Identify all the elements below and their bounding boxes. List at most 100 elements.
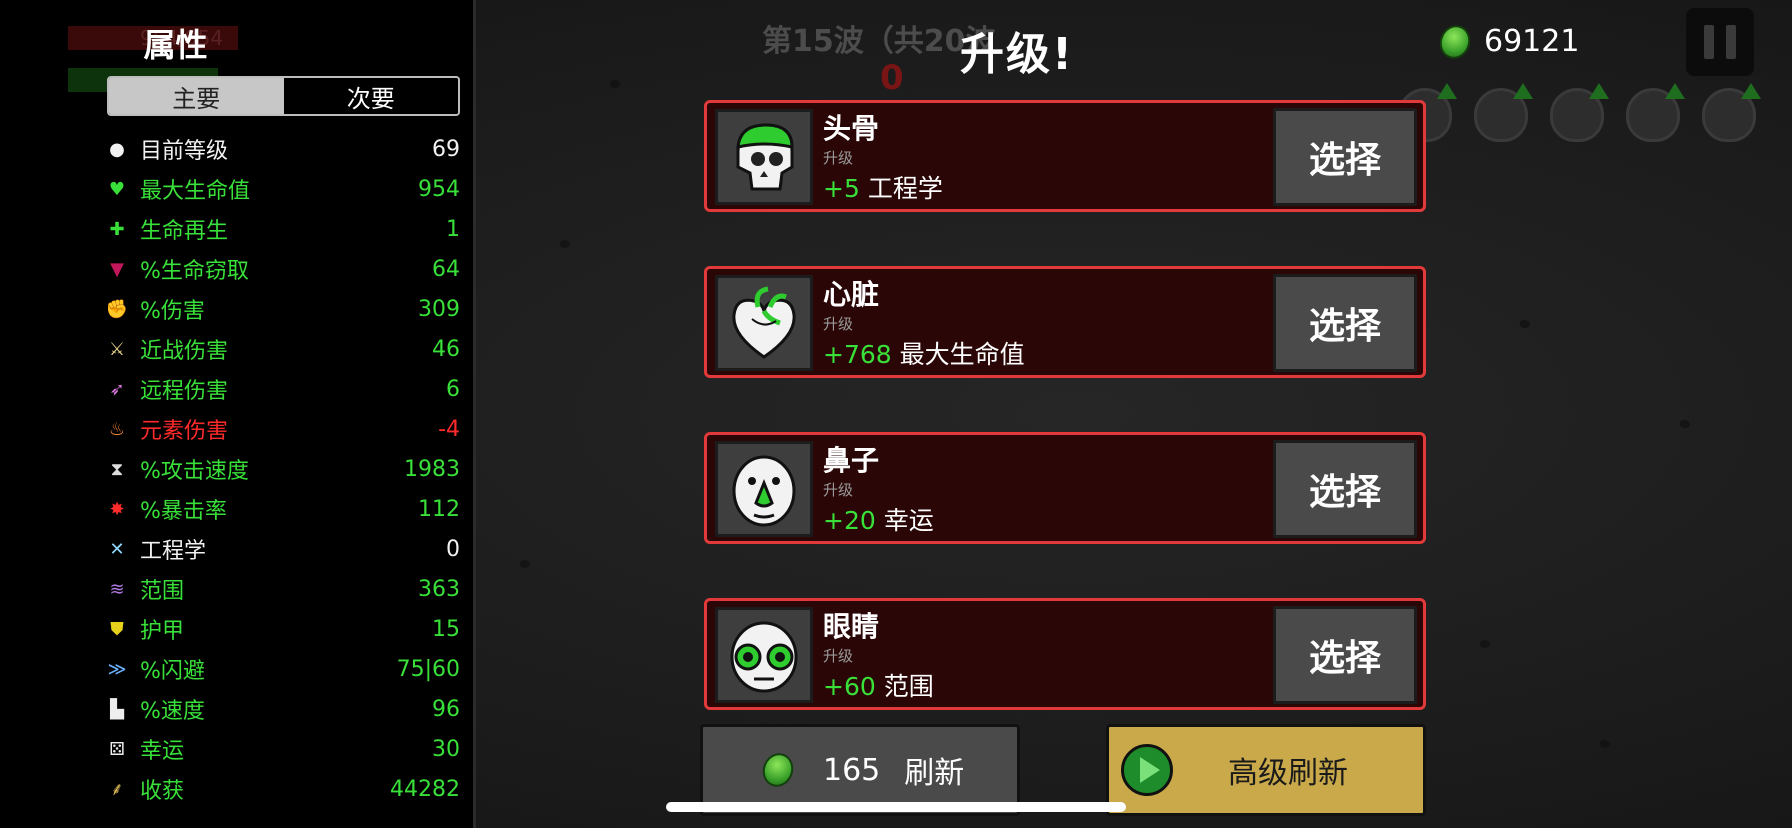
stat-row-harvesting: ⸙ 收获 44282 (104, 769, 460, 809)
dice-icon: ⚄ (109, 738, 125, 760)
heart-organ-icon (715, 275, 813, 371)
upgrade-name: 头骨 (823, 112, 880, 145)
premium-reroll-label: 高级刷新 (1228, 756, 1348, 791)
lifesteal-fangs-icon: ▼ (110, 258, 124, 280)
stat-label: 远程伤害 (140, 379, 229, 404)
stat-value: 69 (432, 136, 460, 162)
wave-timer: 0 (880, 58, 904, 98)
stat-label: 最大生命值 (140, 179, 251, 204)
stat-label: 生命再生 (140, 219, 229, 244)
pending-upgrade-egg-icon (1626, 83, 1685, 142)
pending-upgrades-row (1398, 83, 1761, 142)
effect-stat: 最大生命值 (899, 340, 1025, 369)
harvest-wheat-icon: ⸙ (110, 779, 124, 800)
stat-row-attack-speed: ⧗ %攻击速度 1983 (104, 449, 460, 489)
ground-speck (520, 560, 530, 568)
stats-panel: 954/954 属性 主要 次要 ● 目前等级 69 ♥ 最大生命值 954 ✚… (0, 0, 476, 828)
home-indicator[interactable] (666, 802, 1126, 812)
upgrade-effect: +768 最大生命值 (823, 335, 1025, 371)
stat-list: ● 目前等级 69 ♥ 最大生命值 954 ✚ 生命再生 1 ▼ %生命窃取 6… (104, 129, 460, 809)
stat-label: 幸运 (140, 739, 185, 764)
stat-row-lifesteal: ▼ %生命窃取 64 (104, 249, 460, 289)
level-up-title: 升级! (960, 29, 1075, 80)
effect-amount: +5 (823, 174, 860, 203)
muscle-damage-icon: ✊ (105, 298, 129, 320)
select-button[interactable]: 选择 (1273, 274, 1417, 372)
stat-row-level: ● 目前等级 69 (104, 129, 460, 169)
ground-speck (610, 80, 620, 88)
stat-value: 15 (432, 616, 460, 642)
stat-label: 工程学 (140, 539, 207, 564)
stat-row-speed: ▙ %速度 96 (104, 689, 460, 729)
stat-row-ranged: ➶ 远程伤害 6 (104, 369, 460, 409)
dodge-icon: ≫ (107, 658, 127, 680)
tab-secondary[interactable]: 次要 (283, 78, 458, 114)
bow-icon: ➶ (109, 378, 125, 400)
stat-row-luck: ⚄ 幸运 30 (104, 729, 460, 769)
stat-row-damage: ✊ %伤害 309 (104, 289, 460, 329)
select-button[interactable]: 选择 (1273, 440, 1417, 538)
nose-icon (715, 441, 813, 537)
stat-value: 1983 (404, 456, 460, 482)
stat-value: 363 (418, 576, 460, 602)
stat-value: 954 (418, 176, 460, 202)
upgrade-card-eyes: 眼睛 升级 +60 范围 选择 (704, 598, 1426, 710)
upgrade-subtitle: 升级 (823, 149, 854, 167)
pending-upgrade-egg-icon (1474, 83, 1533, 142)
premium-reroll-button[interactable]: 高级刷新 (1106, 724, 1426, 816)
stat-label: 范围 (140, 579, 185, 604)
materials-counter: 69121 (1435, 20, 1580, 63)
level-up-arrow-icon (1665, 83, 1685, 99)
stat-row-max-hp: ♥ 最大生命值 954 (104, 169, 460, 209)
level-up-arrow-icon (1741, 83, 1761, 99)
materials-value: 69121 (1484, 24, 1580, 59)
upgrade-subtitle: 升级 (823, 647, 854, 665)
hourglass-icon: ⧗ (110, 458, 124, 480)
stat-label: 近战伤害 (140, 339, 229, 364)
stat-row-range: ≋ 范围 363 (104, 569, 460, 609)
regen-icon: ✚ (109, 218, 125, 240)
stat-label: %速度 (140, 699, 205, 724)
stat-value: -4 (438, 416, 460, 442)
stat-value: 30 (432, 736, 460, 762)
select-button[interactable]: 选择 (1273, 108, 1417, 206)
upgrade-card-skull: 头骨 升级 +5 工程学 选择 (704, 100, 1426, 212)
stat-value: 44282 (390, 776, 460, 802)
pending-upgrade-egg-icon (1702, 83, 1761, 142)
select-button[interactable]: 选择 (1273, 606, 1417, 704)
level-icon: ● (109, 138, 125, 160)
ground-speck (560, 240, 570, 248)
upgrade-name: 鼻子 (823, 444, 880, 477)
wrench-cross-icon: ✕ (109, 538, 125, 560)
upgrade-effect: +60 范围 (823, 667, 934, 703)
level-up-arrow-icon (1589, 83, 1609, 99)
stat-value: 64 (432, 256, 460, 282)
stat-label: 收获 (140, 779, 185, 804)
reroll-price: 165 (823, 752, 881, 788)
stat-row-elemental: ♨ 元素伤害 -4 (104, 409, 460, 449)
tab-primary[interactable]: 主要 (109, 78, 284, 114)
skull-icon (715, 109, 813, 205)
play-ad-icon (1121, 744, 1173, 796)
heart-icon: ♥ (108, 178, 126, 200)
stat-row-armor: ⛊ 护甲 15 (104, 609, 460, 649)
pause-bar-icon (1704, 25, 1714, 59)
upgrade-card-heart: 心脏 升级 +768 最大生命值 选择 (704, 266, 1426, 378)
stat-value: 96 (432, 696, 460, 722)
effect-stat: 范围 (883, 672, 934, 701)
stat-value: 6 (446, 376, 460, 402)
stat-label: %暴击率 (140, 499, 227, 524)
boot-speed-icon: ▙ (110, 698, 124, 720)
stat-label: %攻击速度 (140, 459, 249, 484)
stats-panel-title: 属性 (143, 26, 208, 64)
stat-value: 0 (446, 536, 460, 562)
shield-icon: ⛊ (110, 618, 124, 640)
upgrade-effect: +20 幸运 (823, 501, 934, 537)
level-up-arrow-icon (1437, 83, 1457, 99)
pending-upgrade-egg-icon (1550, 83, 1609, 142)
effect-stat: 工程学 (867, 174, 943, 203)
pause-button[interactable] (1686, 8, 1754, 76)
upgrade-subtitle: 升级 (823, 481, 854, 499)
range-wifi-icon: ≋ (109, 578, 125, 600)
eyes-icon (715, 607, 813, 703)
